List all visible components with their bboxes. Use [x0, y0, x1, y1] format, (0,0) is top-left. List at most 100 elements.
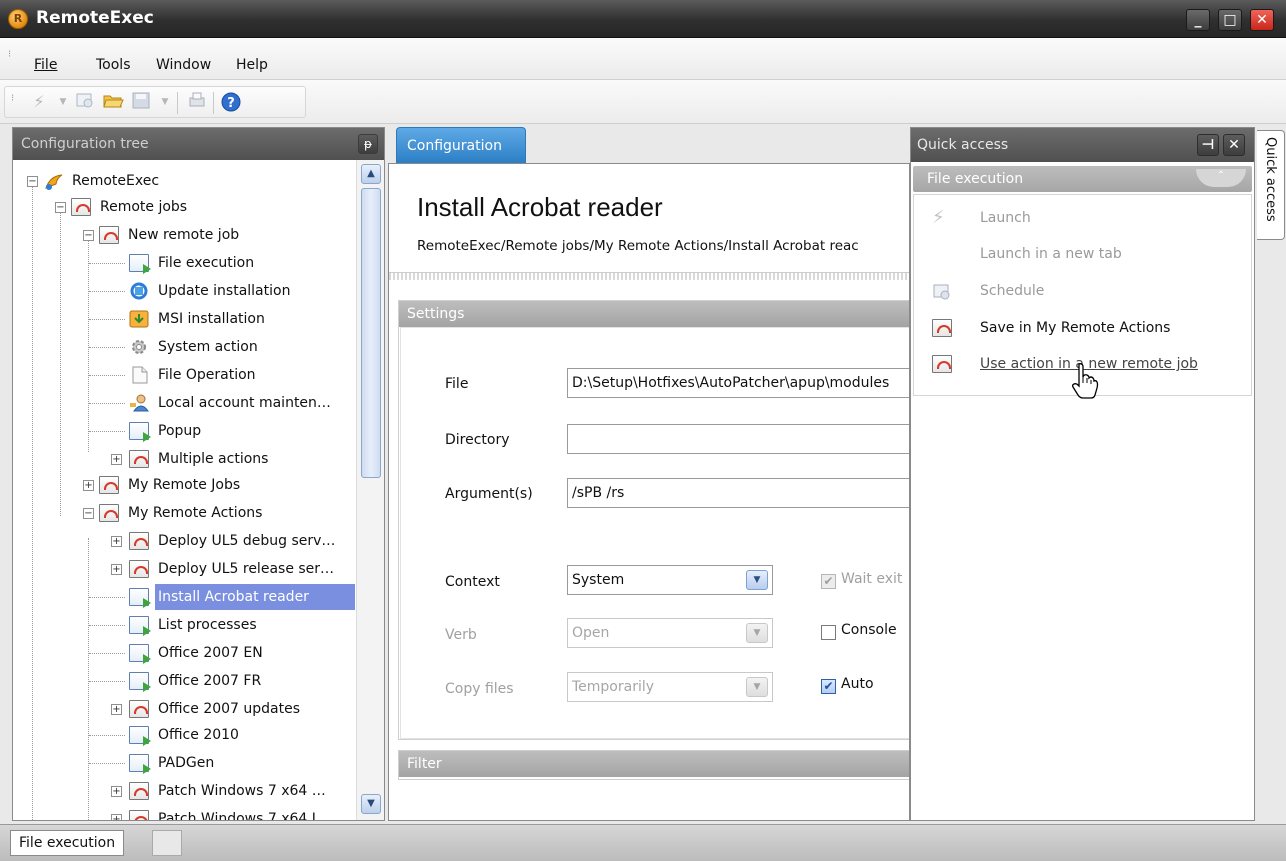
action-launch-new-tab[interactable]: Launch in a new tab	[914, 239, 1251, 269]
tree-node-my-remote-jobs[interactable]: + My Remote Jobs	[13, 472, 353, 498]
tree-node-label: Office 2007 FR	[158, 673, 262, 689]
tree-node-msi-installation[interactable]: MSI installation	[13, 306, 353, 332]
tree-scrollbar[interactable]: ▲ ▼	[356, 160, 384, 820]
pin-icon[interactable]: ᵽ	[358, 134, 378, 154]
save-action-icon	[932, 319, 952, 337]
tab-configuration[interactable]: Configuration	[396, 127, 526, 163]
file-label: File	[445, 376, 469, 392]
verb-select[interactable]: Open ▼	[567, 618, 773, 648]
tree-node-update-installation[interactable]: Update installation	[13, 278, 353, 304]
tree-node-multiple-actions[interactable]: + Multiple actions	[13, 446, 353, 472]
chevron-down-icon[interactable]: ▼	[746, 623, 768, 643]
expand-icon[interactable]: +	[111, 786, 122, 797]
tree-node-patch-win7-x64[interactable]: + Patch Windows 7 x64 …	[13, 778, 353, 804]
action-launch[interactable]: ⚡ Launch	[914, 203, 1251, 233]
tree-node-deploy-ul5-release[interactable]: + Deploy UL5 release ser…	[13, 556, 353, 582]
file-execution-section[interactable]: File execution ⌃	[913, 166, 1252, 192]
save-dropdown-icon[interactable]: ▼	[153, 91, 177, 113]
expand-icon[interactable]: +	[111, 454, 122, 465]
menu-grip-icon[interactable]: ⁝	[8, 50, 11, 60]
print-icon[interactable]	[185, 91, 209, 113]
settings-header[interactable]: Settings	[399, 301, 909, 327]
menu-help[interactable]: Help	[236, 57, 268, 73]
tree-node-label: Deploy UL5 debug serv…	[158, 533, 336, 549]
launch-dropdown-icon[interactable]: ▼	[51, 91, 75, 113]
tree-node-remoteexec[interactable]: − RemoteExec	[13, 168, 353, 194]
tree-node-label: Office 2007 updates	[158, 701, 301, 717]
auto-checkbox[interactable]: ✔	[821, 679, 836, 694]
filter-header[interactable]: Filter	[399, 751, 909, 777]
tree-node-file-operation[interactable]: File Operation	[13, 362, 353, 388]
tree-node-popup[interactable]: Popup	[13, 418, 353, 444]
tree-node-file-execution[interactable]: File execution	[13, 250, 353, 276]
chevron-up-icon[interactable]: ⌃	[1196, 169, 1246, 187]
tree-node-label: Update installation	[158, 283, 291, 299]
tree-node-system-action[interactable]: System action	[13, 334, 353, 360]
wait-exit-checkbox[interactable]: ✔	[821, 574, 836, 589]
tree-node-new-remote-job[interactable]: − New remote job	[13, 222, 353, 248]
tree-node-local-account[interactable]: Local account mainten…	[13, 390, 353, 416]
file-input[interactable]: D:\Setup\Hotfixes\AutoPatcher\apup\modul…	[567, 368, 909, 398]
chevron-down-icon[interactable]: ▼	[746, 677, 768, 697]
close-icon[interactable]: ✕	[1223, 134, 1245, 156]
action-schedule[interactable]: Schedule	[914, 276, 1251, 306]
status-file-execution[interactable]: File execution	[10, 830, 125, 856]
configuration-tree-panel: Configuration tree ᵽ − RemoteExec − Remo…	[12, 127, 385, 821]
expand-icon[interactable]: +	[111, 564, 122, 575]
action-save-my-remote-actions[interactable]: Save in My Remote Actions	[914, 313, 1251, 343]
scroll-thumb[interactable]	[361, 188, 381, 478]
expand-icon[interactable]: +	[111, 814, 122, 820]
tree-node-label: System action	[158, 339, 258, 355]
quick-access-side-tab[interactable]: Quick access	[1257, 130, 1285, 240]
copy-files-select[interactable]: Temporarily ▼	[567, 672, 773, 702]
tree-node-label: Deploy UL5 release ser…	[158, 561, 335, 577]
open-folder-icon[interactable]	[101, 91, 125, 113]
minimize-button[interactable]: _	[1186, 9, 1210, 31]
tree-node-patch-win7-x64-i[interactable]: + Patch Windows 7 x64 I…	[13, 806, 353, 820]
scroll-up-icon[interactable]: ▲	[361, 164, 381, 184]
expand-icon[interactable]: +	[111, 536, 122, 547]
tree-node-office-2007-updates[interactable]: + Office 2007 updates	[13, 696, 353, 722]
gear-icon	[129, 338, 149, 356]
tree-node-install-acrobat[interactable]: Install Acrobat reader	[13, 584, 355, 610]
tree-guide	[89, 431, 125, 432]
action-label: Launch	[980, 210, 1031, 226]
menu-tools[interactable]: Tools	[96, 57, 131, 73]
tree-node-label: Install Acrobat reader	[155, 584, 355, 610]
tree-node-label: Popup	[158, 423, 202, 439]
tree-node-office-2007-fr[interactable]: Office 2007 FR	[13, 668, 353, 694]
toolbar-grip-icon[interactable]: ⁝	[11, 94, 14, 104]
action-label: Save in My Remote Actions	[980, 320, 1171, 336]
menu-window[interactable]: Window	[156, 57, 211, 73]
help-icon[interactable]: ?	[219, 91, 243, 113]
launch-icon[interactable]: ⚡	[27, 91, 51, 113]
tree-node-remote-jobs[interactable]: − Remote jobs	[13, 194, 353, 220]
toolbar-strip: ⁝ ⚡ ▼ ▼ ?	[4, 86, 306, 118]
scroll-down-icon[interactable]: ▼	[361, 794, 381, 814]
tree-node-my-remote-actions[interactable]: − My Remote Actions	[13, 500, 353, 526]
directory-input[interactable]	[567, 424, 909, 454]
save-icon[interactable]	[129, 91, 153, 113]
tree-node-office-2007-en[interactable]: Office 2007 EN	[13, 640, 353, 666]
console-checkbox[interactable]	[821, 625, 836, 640]
pin-icon[interactable]: ⊣	[1197, 134, 1219, 156]
tree-node-padgen[interactable]: PADGen	[13, 750, 353, 776]
context-select[interactable]: System ▼	[567, 565, 773, 595]
splitter[interactable]	[389, 272, 909, 280]
collapse-icon[interactable]: −	[55, 202, 66, 213]
maximize-button[interactable]: □	[1218, 9, 1242, 31]
collapse-icon[interactable]: −	[83, 508, 94, 519]
close-button[interactable]: ✕	[1250, 9, 1274, 31]
collapse-icon[interactable]: −	[27, 176, 38, 187]
tree-guide	[89, 347, 125, 348]
tree-node-deploy-ul5-debug[interactable]: + Deploy UL5 debug serv…	[13, 528, 353, 554]
expand-icon[interactable]: +	[111, 704, 122, 715]
arguments-input[interactable]: /sPB /rs	[567, 478, 909, 508]
menu-file[interactable]: File	[34, 57, 57, 73]
schedule-icon[interactable]	[73, 91, 97, 113]
chevron-down-icon[interactable]: ▼	[746, 570, 768, 590]
expand-icon[interactable]: +	[83, 480, 94, 491]
tree-node-list-processes[interactable]: List processes	[13, 612, 353, 638]
collapse-icon[interactable]: −	[83, 230, 94, 241]
tree-node-office-2010[interactable]: Office 2010	[13, 722, 353, 748]
